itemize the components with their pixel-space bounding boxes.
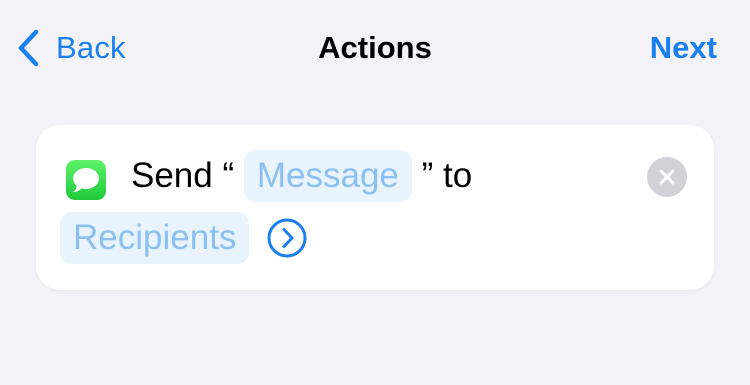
chevron-right-circle-icon[interactable] (267, 218, 307, 258)
close-icon (659, 169, 675, 185)
action-card: Send “ Message ” to Recipients (36, 125, 714, 290)
send-label: Send (131, 156, 213, 195)
close-quote-to: ” to (411, 156, 473, 195)
recipients-row: Recipients (60, 212, 307, 264)
message-token[interactable]: Message (243, 150, 412, 202)
next-button[interactable]: Next (650, 30, 717, 66)
open-quote: “ (212, 156, 244, 195)
navigation-bar: Back Actions Next (0, 0, 750, 100)
page-title: Actions (318, 30, 432, 65)
recipients-token[interactable]: Recipients (60, 212, 250, 264)
remove-action-button[interactable] (647, 157, 687, 197)
action-sentence: Send “ Message ” to (131, 150, 472, 202)
messages-icon (66, 160, 106, 200)
